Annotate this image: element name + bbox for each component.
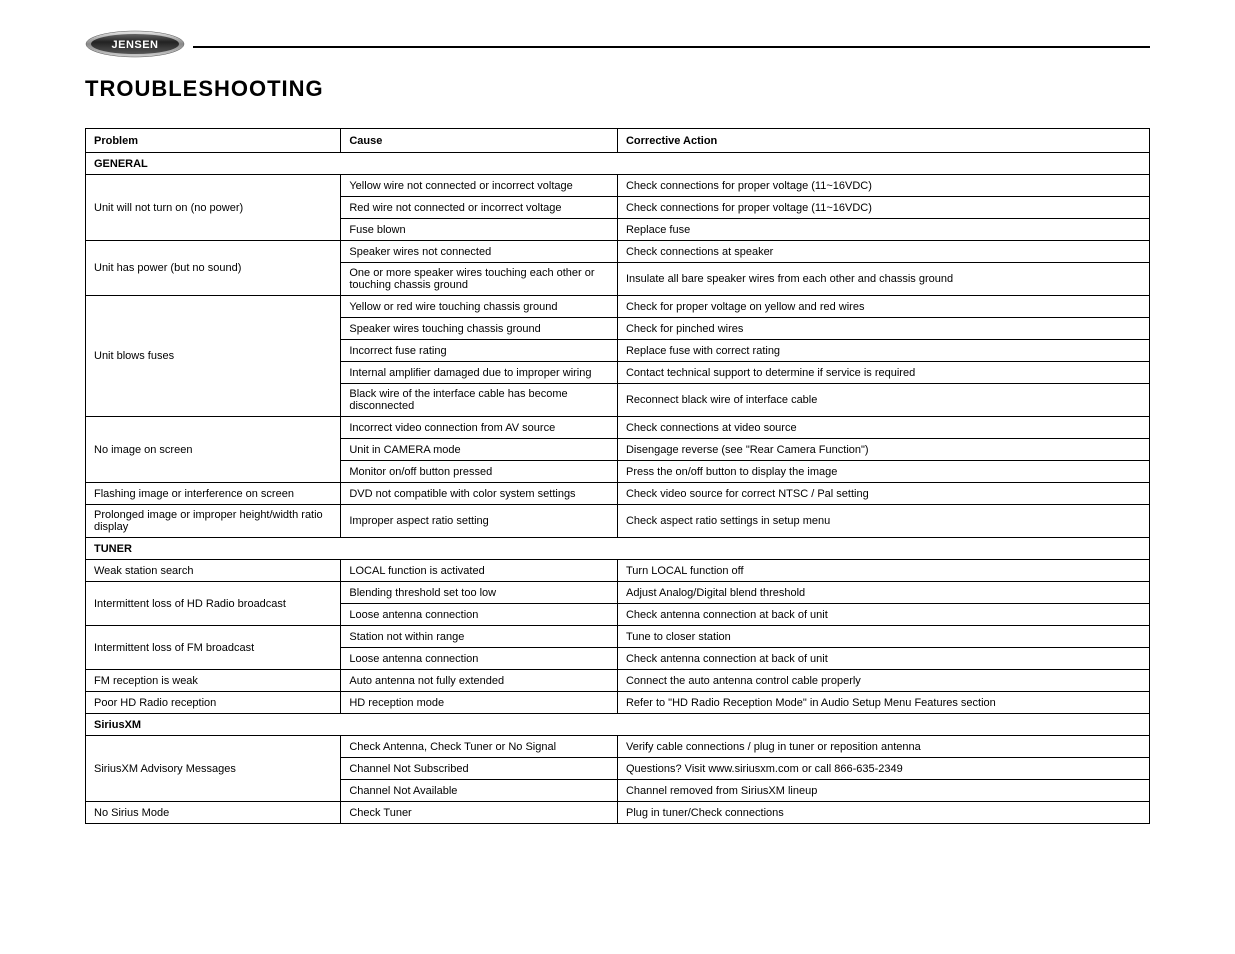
cell-problem: Weak station search (86, 560, 341, 582)
cell-action: Questions? Visit www.siriusxm.com or cal… (617, 758, 1149, 780)
col-header-problem: Problem (86, 129, 341, 153)
cell-cause: Yellow wire not connected or incorrect v… (341, 175, 618, 197)
cell-action: Check connections at speaker (617, 241, 1149, 263)
cell-action: Check antenna connection at back of unit (617, 648, 1149, 670)
cell-cause: Unit in CAMERA mode (341, 439, 618, 461)
troubleshooting-table: Problem Cause Corrective Action GENERALU… (85, 128, 1150, 824)
cell-problem: Flashing image or interference on screen (86, 483, 341, 505)
page-header: JENSEN (85, 30, 1150, 58)
table-row: Unit has power (but no sound)Speaker wir… (86, 241, 1150, 263)
cell-cause: HD reception mode (341, 692, 618, 714)
cell-cause: Channel Not Subscribed (341, 758, 618, 780)
cell-problem: Prolonged image or improper height/width… (86, 505, 341, 538)
cell-cause: Internal amplifier damaged due to improp… (341, 362, 618, 384)
cell-cause: Check Tuner (341, 802, 618, 824)
cell-cause: Yellow or red wire touching chassis grou… (341, 296, 618, 318)
cell-action: Plug in tuner/Check connections (617, 802, 1149, 824)
cell-cause: LOCAL function is activated (341, 560, 618, 582)
cell-problem: Intermittent loss of FM broadcast (86, 626, 341, 670)
cell-action: Adjust Analog/Digital blend threshold (617, 582, 1149, 604)
table-row: Poor HD Radio receptionHD reception mode… (86, 692, 1150, 714)
cell-action: Check connections for proper voltage (11… (617, 197, 1149, 219)
cell-problem: Unit has power (but no sound) (86, 241, 341, 296)
cell-action: Channel removed from SiriusXM lineup (617, 780, 1149, 802)
cell-action: Check for proper voltage on yellow and r… (617, 296, 1149, 318)
cell-action: Check aspect ratio settings in setup men… (617, 505, 1149, 538)
cell-cause: Speaker wires not connected (341, 241, 618, 263)
cell-problem: Unit will not turn on (no power) (86, 175, 341, 241)
cell-action: Contact technical support to determine i… (617, 362, 1149, 384)
cell-cause: Blending threshold set too low (341, 582, 618, 604)
cell-action: Turn LOCAL function off (617, 560, 1149, 582)
svg-text:JENSEN: JENSEN (111, 39, 158, 51)
table-row: Intermittent loss of FM broadcastStation… (86, 626, 1150, 648)
cell-action: Disengage reverse (see "Rear Camera Func… (617, 439, 1149, 461)
cell-action: Press the on/off button to display the i… (617, 461, 1149, 483)
table-header-row: Problem Cause Corrective Action (86, 129, 1150, 153)
cell-action: Refer to "HD Radio Reception Mode" in Au… (617, 692, 1149, 714)
cell-problem: No Sirius Mode (86, 802, 341, 824)
table-row: No Sirius ModeCheck TunerPlug in tuner/C… (86, 802, 1150, 824)
cell-action: Insulate all bare speaker wires from eac… (617, 263, 1149, 296)
cell-action: Check connections for proper voltage (11… (617, 175, 1149, 197)
cell-problem: FM reception is weak (86, 670, 341, 692)
table-row: No image on screenIncorrect video connec… (86, 417, 1150, 439)
cell-problem: Intermittent loss of HD Radio broadcast (86, 582, 341, 626)
cell-cause: Auto antenna not fully extended (341, 670, 618, 692)
page-title: TROUBLESHOOTING (85, 76, 1150, 102)
cell-cause: Channel Not Available (341, 780, 618, 802)
cell-action: Connect the auto antenna control cable p… (617, 670, 1149, 692)
cell-cause: Incorrect fuse rating (341, 340, 618, 362)
section-header-row: GENERAL (86, 153, 1150, 175)
cell-action: Tune to closer station (617, 626, 1149, 648)
table-row: Prolonged image or improper height/width… (86, 505, 1150, 538)
section-name: TUNER (86, 538, 1150, 560)
cell-action: Check connections at video source (617, 417, 1149, 439)
table-row: FM reception is weakAuto antenna not ful… (86, 670, 1150, 692)
col-header-cause: Cause (341, 129, 618, 153)
table-row: Intermittent loss of HD Radio broadcastB… (86, 582, 1150, 604)
cell-cause: Speaker wires touching chassis ground (341, 318, 618, 340)
section-name: SiriusXM (86, 714, 1150, 736)
cell-cause: Fuse blown (341, 219, 618, 241)
brand-logo: JENSEN (85, 30, 185, 58)
table-row: Unit blows fusesYellow or red wire touch… (86, 296, 1150, 318)
cell-cause: One or more speaker wires touching each … (341, 263, 618, 296)
cell-action: Check for pinched wires (617, 318, 1149, 340)
cell-action: Check video source for correct NTSC / Pa… (617, 483, 1149, 505)
cell-action: Replace fuse (617, 219, 1149, 241)
cell-cause: Loose antenna connection (341, 648, 618, 670)
cell-cause: Improper aspect ratio setting (341, 505, 618, 538)
cell-action: Reconnect black wire of interface cable (617, 384, 1149, 417)
cell-cause: DVD not compatible with color system set… (341, 483, 618, 505)
table-row: SiriusXM Advisory MessagesCheck Antenna,… (86, 736, 1150, 758)
cell-action: Replace fuse with correct rating (617, 340, 1149, 362)
cell-cause: Monitor on/off button pressed (341, 461, 618, 483)
table-row: Flashing image or interference on screen… (86, 483, 1150, 505)
table-row: Weak station searchLOCAL function is act… (86, 560, 1150, 582)
cell-action: Verify cable connections / plug in tuner… (617, 736, 1149, 758)
cell-problem: SiriusXM Advisory Messages (86, 736, 341, 802)
cell-cause: Black wire of the interface cable has be… (341, 384, 618, 417)
cell-cause: Red wire not connected or incorrect volt… (341, 197, 618, 219)
cell-action: Check antenna connection at back of unit (617, 604, 1149, 626)
section-header-row: TUNER (86, 538, 1150, 560)
section-header-row: SiriusXM (86, 714, 1150, 736)
cell-problem: Unit blows fuses (86, 296, 341, 417)
table-row: Unit will not turn on (no power)Yellow w… (86, 175, 1150, 197)
col-header-action: Corrective Action (617, 129, 1149, 153)
cell-cause: Loose antenna connection (341, 604, 618, 626)
header-rule (193, 46, 1150, 48)
cell-cause: Incorrect video connection from AV sourc… (341, 417, 618, 439)
cell-problem: No image on screen (86, 417, 341, 483)
cell-cause: Check Antenna, Check Tuner or No Signal (341, 736, 618, 758)
cell-cause: Station not within range (341, 626, 618, 648)
section-name: GENERAL (86, 153, 1150, 175)
cell-problem: Poor HD Radio reception (86, 692, 341, 714)
